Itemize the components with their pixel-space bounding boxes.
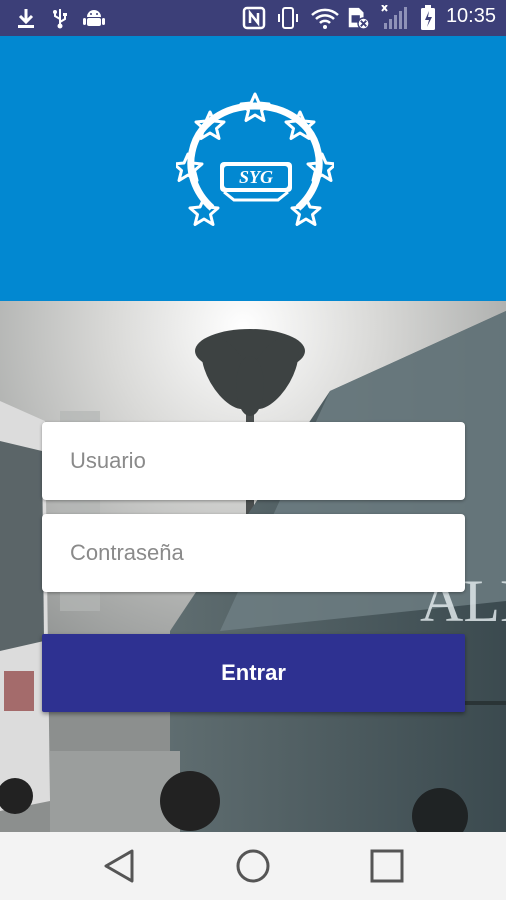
vibrate-icon xyxy=(276,6,300,30)
wifi-icon xyxy=(310,6,340,30)
app-header: SYG xyxy=(0,36,506,301)
password-field[interactable] xyxy=(42,514,465,592)
nfc-icon xyxy=(242,6,266,30)
status-bar: 10:35 xyxy=(0,0,506,36)
download-icon xyxy=(14,6,38,30)
logo-text: SYG xyxy=(239,167,273,187)
app-logo: SYG xyxy=(176,92,334,226)
username-input[interactable] xyxy=(42,422,465,500)
username-field[interactable] xyxy=(42,422,465,500)
password-input[interactable] xyxy=(42,514,465,592)
login-button[interactable]: Entrar xyxy=(42,634,465,712)
back-icon[interactable] xyxy=(99,846,139,886)
signal-icon xyxy=(380,5,410,30)
status-time: 10:35 xyxy=(445,5,496,27)
android-debug-icon xyxy=(82,6,106,30)
recents-icon[interactable] xyxy=(367,846,407,886)
battery-icon xyxy=(416,5,440,30)
home-icon[interactable] xyxy=(233,846,273,886)
navigation-bar xyxy=(0,832,506,900)
sim-icon xyxy=(346,6,370,30)
usb-icon xyxy=(48,6,72,30)
